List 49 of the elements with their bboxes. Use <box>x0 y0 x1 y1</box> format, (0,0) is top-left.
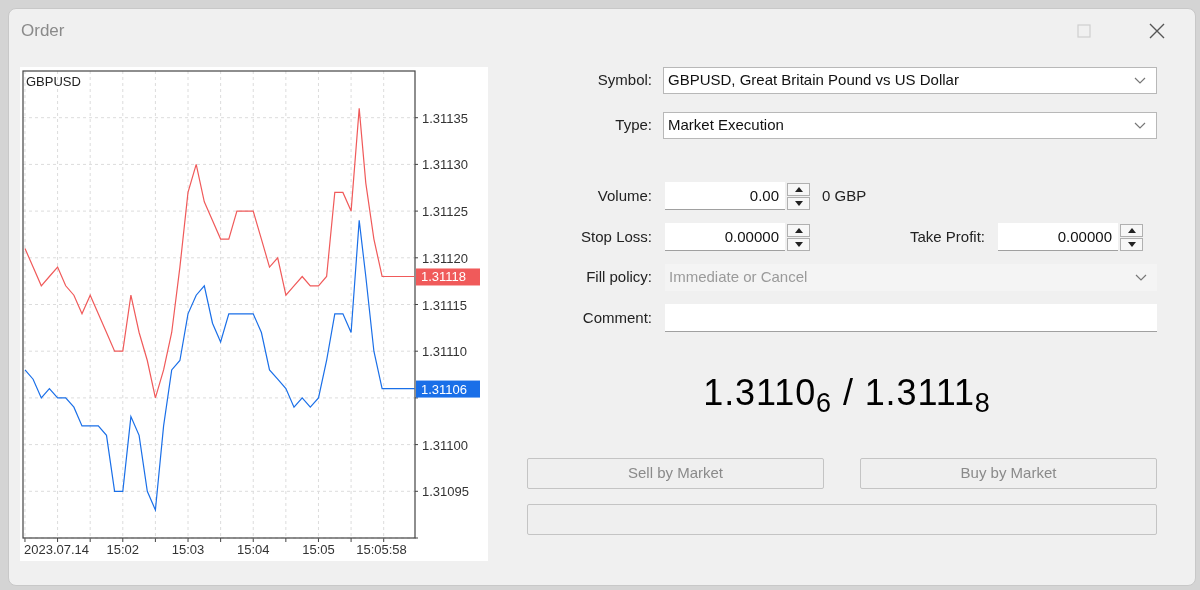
down-arrow-icon <box>794 200 803 206</box>
spin-up-button[interactable] <box>1120 223 1143 237</box>
spin-up-button[interactable] <box>787 182 810 196</box>
bid-ask-quote: 1.3110$_{6}$ / 1.3111$_{8}$ <box>703 371 991 420</box>
spin-down-button[interactable] <box>787 237 810 251</box>
down-arrow-icon <box>794 241 803 247</box>
price-axis-label: 1.31095 <box>422 484 469 500</box>
price-axis-label: 1.31100 <box>422 437 469 453</box>
chevron-icon <box>1135 274 1147 281</box>
field-label: Symbol: <box>596 70 652 91</box>
field-label: Comment: <box>581 307 652 328</box>
price-axis-label: 1.31110 <box>422 344 468 360</box>
comment-field[interactable] <box>665 304 1157 332</box>
dropdown[interactable]: Market Execution <box>663 112 1157 139</box>
price-axis-label: 1.31135 <box>422 110 469 126</box>
price-axis-label: 1.31130 <box>422 157 469 173</box>
time-axis-label: 15:02 <box>106 542 140 557</box>
price-axis-label: 1.31115 <box>422 297 468 313</box>
time-axis-label: 15:05:58 <box>356 542 407 557</box>
chevron-icon <box>1134 77 1146 84</box>
price-tag: 1.31118 <box>416 268 480 286</box>
close-icon[interactable] <box>1149 23 1165 39</box>
number-field[interactable]: 0.00000 <box>665 223 785 251</box>
chart-title: GBPUSD <box>26 74 81 89</box>
date-label: 2023.07.14 <box>24 542 90 557</box>
chevron-icon <box>1134 122 1146 129</box>
field-label: Take Profit: <box>908 226 985 247</box>
down-arrow-icon <box>1127 241 1136 247</box>
field-label: Type: <box>614 115 652 136</box>
time-axis-label: 15:04 <box>236 542 270 557</box>
spin-down-button[interactable] <box>1120 237 1143 251</box>
dropdown[interactable]: GBPUSD, Great Britain Pound vs US Dollar <box>663 67 1157 94</box>
field-label: Volume: <box>596 185 652 206</box>
window-title: Order <box>21 20 65 43</box>
price-axis-label: 1.31125 <box>422 204 469 220</box>
price-tag: 1.31106 <box>416 380 480 398</box>
up-arrow-icon <box>794 186 803 192</box>
price-axis-label: 1.31120 <box>422 250 469 266</box>
field-label: Stop Loss: <box>580 226 652 247</box>
up-arrow-icon <box>1127 227 1136 233</box>
spin-up-button[interactable] <box>787 223 810 237</box>
volume-unit: 0 GBP <box>822 185 867 206</box>
time-axis-label: 15:03 <box>171 542 205 557</box>
field-label: Fill policy: <box>585 267 652 288</box>
number-field[interactable]: 0.00 <box>665 182 785 210</box>
spin-down-button[interactable] <box>787 196 810 210</box>
time-axis-label: 15:05 <box>302 542 335 557</box>
up-arrow-icon <box>794 227 803 233</box>
number-field[interactable]: 0.00000 <box>998 223 1118 251</box>
